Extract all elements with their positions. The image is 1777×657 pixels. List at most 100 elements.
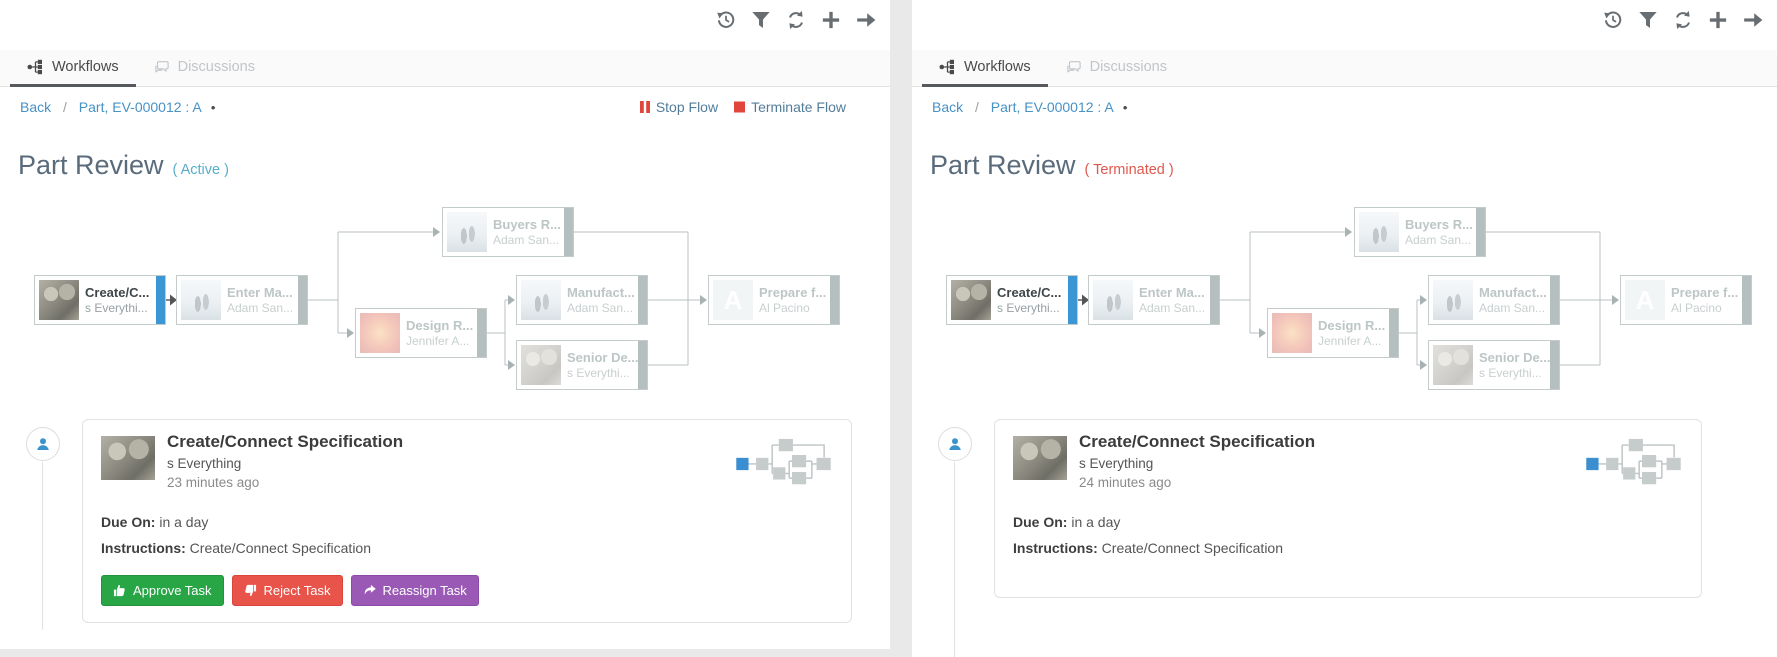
button-label: Approve Task (133, 583, 212, 598)
terminate-flow-label: Terminate Flow (751, 99, 846, 115)
node-status-bar (830, 276, 839, 324)
page-title: Part Review( Active ) (18, 150, 229, 181)
node-title: Prepare f... (1671, 285, 1738, 301)
back-link[interactable]: Back (932, 99, 963, 115)
due-field: Due On: in a day (101, 514, 208, 530)
add-icon[interactable] (1708, 10, 1728, 30)
assignee-avatar (101, 436, 155, 480)
history-icon[interactable] (1603, 10, 1623, 30)
node-status-bar (1068, 276, 1077, 324)
add-icon[interactable] (821, 10, 841, 30)
workflow-node-manufacturing[interactable]: Manufact...Adam San... (1428, 275, 1560, 325)
discussions-icon (153, 59, 169, 75)
node-title: Prepare f... (759, 285, 826, 301)
workflow-node-design[interactable]: Design R...Jennifer A... (1267, 308, 1399, 358)
node-title: Senior De... (1479, 350, 1551, 366)
tab-label: Workflows (964, 59, 1031, 75)
workflow-node-prepare[interactable]: A Prepare f...Al Pacino (708, 275, 840, 325)
task-card: Create/Connect Specification s Everythin… (82, 419, 852, 623)
node-subtitle: s Everythi... (1479, 366, 1551, 381)
assignee-avatar (1013, 436, 1067, 480)
workflow-node-design[interactable]: Design R...Jennifer A... (355, 308, 487, 358)
breadcrumb-marker: • (1123, 100, 1128, 115)
workflow-node-senior[interactable]: Senior De...s Everythi... (516, 340, 648, 390)
avatar (1272, 313, 1312, 353)
workflow-node-buyers[interactable]: Buyers R...Adam San... (1354, 207, 1486, 257)
avatar (39, 280, 79, 320)
history-icon[interactable] (716, 10, 736, 30)
tab-discussions[interactable]: Discussions (1048, 50, 1184, 87)
workflow-node-buyers[interactable]: Buyers R...Adam San... (442, 207, 574, 257)
item-link[interactable]: Part, EV-000012 : A (991, 99, 1113, 115)
breadcrumb-marker: • (211, 100, 216, 115)
approve-task-button[interactable]: Approve Task (101, 575, 224, 606)
back-link[interactable]: Back (20, 99, 51, 115)
avatar (1093, 280, 1133, 320)
workflow-node-manufacturing[interactable]: Manufact...Adam San... (516, 275, 648, 325)
forward-icon[interactable] (1743, 10, 1763, 30)
node-subtitle: Jennifer A... (1318, 334, 1385, 349)
avatar (1433, 345, 1473, 385)
refresh-icon[interactable] (1673, 10, 1693, 30)
stop-square-icon (734, 101, 745, 113)
workflow-node-senior[interactable]: Senior De...s Everythi... (1428, 340, 1560, 390)
thumbs-up-icon (113, 584, 126, 597)
button-label: Reject Task (264, 583, 331, 598)
node-status-bar (1210, 276, 1219, 324)
avatar (181, 280, 221, 320)
due-value: in a day (1071, 514, 1120, 530)
tab-discussions[interactable]: Discussions (136, 50, 272, 87)
workflow-node-prepare[interactable]: A Prepare f...Al Pacino (1620, 275, 1752, 325)
node-title: Manufact... (1479, 285, 1547, 301)
breadcrumb-separator: / (975, 99, 979, 115)
instructions-value: Create/Connect Specification (190, 540, 371, 556)
reassign-task-button[interactable]: Reassign Task (351, 575, 479, 606)
timeline-line (954, 462, 955, 657)
workflow-node-create[interactable]: Create/C...s Everythi... (946, 275, 1078, 325)
assignee-indicator (26, 427, 60, 461)
avatar-letter: A (724, 285, 743, 316)
terminate-flow-button[interactable]: Terminate Flow (734, 99, 846, 115)
item-link[interactable]: Part, EV-000012 : A (79, 99, 201, 115)
tab-workflows[interactable]: Workflows (922, 50, 1048, 87)
avatar: A (1625, 280, 1665, 320)
due-field: Due On: in a day (1013, 514, 1120, 530)
workflow-node-enter[interactable]: Enter Ma...Adam San... (176, 275, 308, 325)
node-subtitle: Adam San... (1405, 233, 1473, 248)
task-timestamp: 23 minutes ago (167, 475, 259, 490)
breadcrumb-separator: / (63, 99, 67, 115)
workflow-panel-terminated: Workflows Discussions Back / Part, EV-00… (912, 0, 1777, 657)
reject-task-button[interactable]: Reject Task (232, 575, 343, 606)
workflow-node-create[interactable]: Create/C...s Everythi... (34, 275, 166, 325)
avatar (951, 280, 991, 320)
workflow-node-enter[interactable]: Enter Ma...Adam San... (1088, 275, 1220, 325)
workflow-thumbnail-icon[interactable] (736, 438, 831, 489)
task-title: Create/Connect Specification (167, 432, 403, 452)
workflow-thumbnail-icon[interactable] (1586, 438, 1681, 489)
discussions-icon (1065, 59, 1081, 75)
filter-icon[interactable] (751, 10, 771, 30)
avatar (1359, 212, 1399, 252)
assignee-indicator (938, 427, 972, 461)
panel-toolbar (1603, 10, 1763, 30)
node-title: Create/C... (997, 285, 1061, 301)
tab-workflows[interactable]: Workflows (10, 50, 136, 87)
node-title: Buyers R... (493, 217, 561, 233)
forward-icon[interactable] (856, 10, 876, 30)
stop-flow-label: Stop Flow (656, 99, 718, 115)
avatar (1433, 280, 1473, 320)
page-title: Part Review( Terminated ) (930, 150, 1174, 181)
avatar (521, 345, 561, 385)
node-subtitle: s Everythi... (85, 301, 149, 316)
workflow-name: Part Review (18, 150, 164, 180)
node-status-bar (1742, 276, 1751, 324)
filter-icon[interactable] (1638, 10, 1658, 30)
tab-label: Discussions (1090, 59, 1167, 75)
refresh-icon[interactable] (786, 10, 806, 30)
stop-flow-button[interactable]: Stop Flow (640, 99, 718, 115)
person-icon (35, 436, 51, 452)
tab-label: Workflows (52, 59, 119, 75)
node-subtitle: s Everythi... (567, 366, 639, 381)
node-subtitle: Adam San... (493, 233, 561, 248)
workflow-name: Part Review (930, 150, 1076, 180)
